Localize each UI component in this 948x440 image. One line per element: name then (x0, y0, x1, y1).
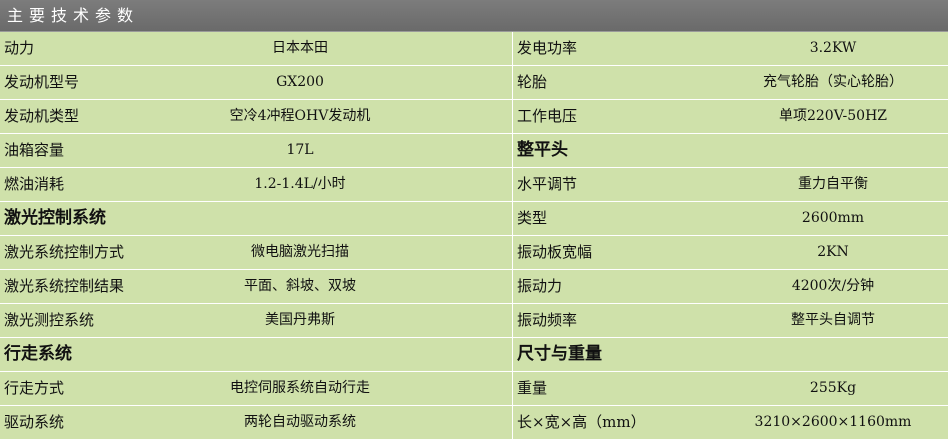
spec-value: GX200 (276, 74, 324, 90)
spec-row: 激光系统控制结果 平面、斜坡、双坡 (0, 270, 512, 304)
right-spec-column: 发电功率 3.2KW 轮胎 充气轮胎（实心轮胎） 工作电压 单项220V-50HZ 整平头水… (513, 32, 948, 440)
spec-row: 水平调节 重力自平衡 (513, 168, 948, 202)
spec-value: 2600mm (801, 210, 865, 226)
section-title: 激光控制系统 (4, 208, 106, 228)
spec-label: 激光系统控制方式 (4, 243, 125, 261)
spec-label: 振动板宽幅 (517, 243, 593, 261)
spec-row: 动力 日本本田 (0, 32, 512, 66)
spec-row: 轮胎 充气轮胎（实心轮胎） (513, 66, 948, 100)
section-header-row: 尺寸与重量 (513, 338, 948, 372)
spec-label: 长×宽×高（mm） (517, 413, 646, 431)
section-header-row: 行走系统 (0, 338, 512, 372)
spec-label: 驱动系统 (4, 413, 65, 431)
spec-value: 充气轮胎（实心轮胎） (763, 74, 903, 90)
spec-value: 4200次/分钟 (791, 278, 875, 294)
page-title: 主要技术参数 (7, 6, 140, 25)
spec-row: 类型 2600mm (513, 202, 948, 236)
spec-value: 整平头自调节 (791, 312, 875, 328)
spec-label: 工作电压 (517, 107, 578, 125)
spec-label: 发动机类型 (4, 107, 80, 125)
spec-value: 3.2KW (809, 40, 857, 56)
spec-row: 振动板宽幅 2KN (513, 236, 948, 270)
spec-value: 平面、斜坡、双坡 (244, 278, 356, 294)
spec-row: 燃油消耗 1.2-1.4L/小时 (0, 168, 512, 202)
spec-row: 激光系统控制方式 微电脑激光扫描 (0, 236, 512, 270)
header-bar: 主要技术参数 (0, 0, 948, 32)
spec-label: 振动频率 (517, 311, 578, 329)
spec-value: 美国丹弗斯 (265, 312, 335, 328)
spec-row: 发电功率 3.2KW (513, 32, 948, 66)
spec-row: 激光测控系统 美国丹弗斯 (0, 304, 512, 338)
spec-value: 255Kg (809, 380, 857, 396)
spec-label: 激光测控系统 (4, 311, 95, 329)
spec-label: 类型 (517, 209, 548, 227)
spec-row: 油箱容量 17L (0, 134, 512, 168)
section-title: 整平头 (517, 140, 568, 160)
spec-row: 振动力 4200次/分钟 (513, 270, 948, 304)
spec-row: 长×宽×高（mm） 3210×2600×1160mm (513, 406, 948, 440)
spec-label: 水平调节 (517, 175, 578, 193)
spec-label: 动力 (4, 39, 35, 57)
spec-value: 17L (286, 142, 314, 158)
spec-value: 电控伺服系统自动行走 (230, 380, 370, 396)
spec-label: 油箱容量 (4, 141, 65, 159)
spec-row: 重量 255Kg (513, 372, 948, 406)
spec-value: 两轮自动驱动系统 (244, 414, 356, 430)
spec-value: 微电脑激光扫描 (251, 244, 349, 260)
spec-row: 发动机型号 GX200 (0, 66, 512, 100)
spec-label: 行走方式 (4, 379, 65, 397)
spec-value: 日本本田 (272, 40, 328, 56)
section-title: 尺寸与重量 (517, 344, 602, 364)
spec-row: 振动频率 整平头自调节 (513, 304, 948, 338)
spec-label: 重量 (517, 379, 548, 397)
spec-label: 发电功率 (517, 39, 578, 57)
spec-value: 空冷4冲程OHV发动机 (229, 108, 371, 124)
spec-row: 发动机类型 空冷4冲程OHV发动机 (0, 100, 512, 134)
spec-label: 振动力 (517, 277, 563, 295)
spec-label: 燃油消耗 (4, 175, 65, 193)
spec-row: 工作电压 单项220V-50HZ (513, 100, 948, 134)
section-title: 行走系统 (4, 344, 72, 364)
spec-value: 3210×2600×1160mm (754, 414, 912, 430)
spec-sheet: 主要技术参数 动力 日本本田发动机型号 GX200 发动机类型 空冷4冲程OHV发动机油… (0, 0, 948, 440)
spec-row: 驱动系统 两轮自动驱动系统 (0, 406, 512, 440)
spec-value: 单项220V-50HZ (778, 108, 888, 124)
spec-label: 发动机型号 (4, 73, 80, 91)
spec-label: 轮胎 (517, 73, 548, 91)
spec-value: 2KN (817, 244, 849, 260)
section-header-row: 激光控制系统 (0, 202, 512, 236)
section-header-row: 整平头 (513, 134, 948, 168)
spec-value: 1.2-1.4L/小时 (254, 176, 346, 192)
spec-row: 行走方式 电控伺服系统自动行走 (0, 372, 512, 406)
spec-value: 重力自平衡 (798, 176, 868, 192)
spec-label: 激光系统控制结果 (4, 277, 125, 295)
left-spec-column: 动力 日本本田发动机型号 GX200 发动机类型 空冷4冲程OHV发动机油箱容量 17L 燃… (0, 32, 512, 440)
